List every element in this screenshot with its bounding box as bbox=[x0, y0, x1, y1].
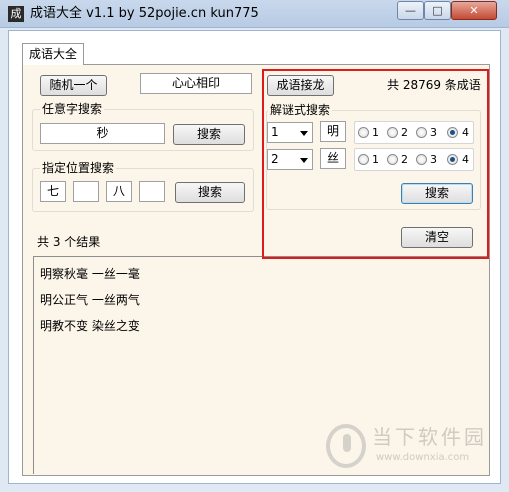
result-summary: 共 3 个结果 bbox=[37, 235, 101, 249]
riddle-row2-select-value: 2 bbox=[271, 152, 279, 166]
riddle-search-label: 解谜式搜索 bbox=[268, 103, 333, 117]
relay-button[interactable]: 成语接龙 bbox=[267, 75, 334, 96]
riddle-search-button[interactable]: 搜索 bbox=[401, 183, 473, 204]
app-icon: 成 bbox=[8, 6, 24, 22]
riddle-row1-radio-group: 1 2 3 4 bbox=[354, 121, 474, 144]
watermark-logo-dot bbox=[343, 434, 351, 452]
idiom-count-label: 共 28769 条成语 bbox=[387, 78, 481, 92]
window-title: 成语大全 v1.1 by 52pojie.cn kun775 bbox=[30, 6, 259, 21]
chevron-down-icon bbox=[300, 131, 308, 136]
riddle-row1-select[interactable]: 1 bbox=[267, 122, 313, 143]
minimize-button[interactable]: — bbox=[397, 1, 424, 20]
any-char-input[interactable]: 秒 bbox=[40, 123, 165, 144]
radio-row2-opt4[interactable] bbox=[447, 154, 458, 165]
radio-row2-opt3[interactable] bbox=[416, 154, 427, 165]
position-search-button[interactable]: 搜索 bbox=[175, 182, 245, 203]
radio-row1-opt2[interactable] bbox=[387, 127, 398, 138]
radio-row1-opt1[interactable] bbox=[358, 127, 369, 138]
position-input-2[interactable] bbox=[73, 181, 99, 202]
position-input-4[interactable] bbox=[139, 181, 165, 202]
radio-row2-opt1[interactable] bbox=[358, 154, 369, 165]
close-button[interactable]: ✕ bbox=[451, 1, 497, 20]
list-item: 明教不变 染丝之变 bbox=[40, 319, 140, 333]
radio-row2-opt1-label: 1 bbox=[372, 153, 379, 166]
any-char-search-button[interactable]: 搜索 bbox=[173, 124, 245, 145]
radio-row1-opt3[interactable] bbox=[416, 127, 427, 138]
list-item: 明公正气 一丝两气 bbox=[40, 293, 140, 307]
chevron-down-icon bbox=[300, 158, 308, 163]
radio-row1-opt2-label: 2 bbox=[401, 126, 408, 139]
position-input-1[interactable]: 七 bbox=[40, 181, 66, 202]
riddle-row2-radio-group: 1 2 3 4 bbox=[354, 148, 474, 171]
watermark-url: www.downxia.com bbox=[376, 452, 470, 463]
radio-row2-opt2-label: 2 bbox=[401, 153, 408, 166]
radio-row2-opt3-label: 3 bbox=[430, 153, 437, 166]
riddle-row2-select[interactable]: 2 bbox=[267, 149, 313, 170]
maximize-button[interactable]: □ bbox=[424, 1, 451, 20]
radio-row1-opt1-label: 1 bbox=[372, 126, 379, 139]
radio-row2-opt2[interactable] bbox=[387, 154, 398, 165]
radio-row1-opt4-label: 4 bbox=[462, 126, 469, 139]
random-button[interactable]: 随机一个 bbox=[40, 75, 107, 96]
riddle-row2-char[interactable]: 丝 bbox=[320, 148, 346, 169]
tab-idioms[interactable]: 成语大全 bbox=[22, 43, 84, 65]
radio-row2-opt4-label: 4 bbox=[462, 153, 469, 166]
radio-row1-opt3-label: 3 bbox=[430, 126, 437, 139]
position-input-3[interactable]: 八 bbox=[106, 181, 132, 202]
riddle-row1-char[interactable]: 明 bbox=[320, 121, 346, 142]
clear-button[interactable]: 清空 bbox=[401, 227, 473, 248]
any-char-search-label: 任意字搜索 bbox=[40, 102, 105, 116]
radio-row1-opt4[interactable] bbox=[447, 127, 458, 138]
riddle-row1-select-value: 1 bbox=[271, 125, 279, 139]
watermark-brand: 当下软件园 bbox=[372, 425, 487, 449]
random-result-field[interactable]: 心心相印 bbox=[140, 73, 252, 94]
list-item: 明察秋毫 一丝一毫 bbox=[40, 267, 140, 281]
position-search-label: 指定位置搜索 bbox=[40, 161, 117, 175]
